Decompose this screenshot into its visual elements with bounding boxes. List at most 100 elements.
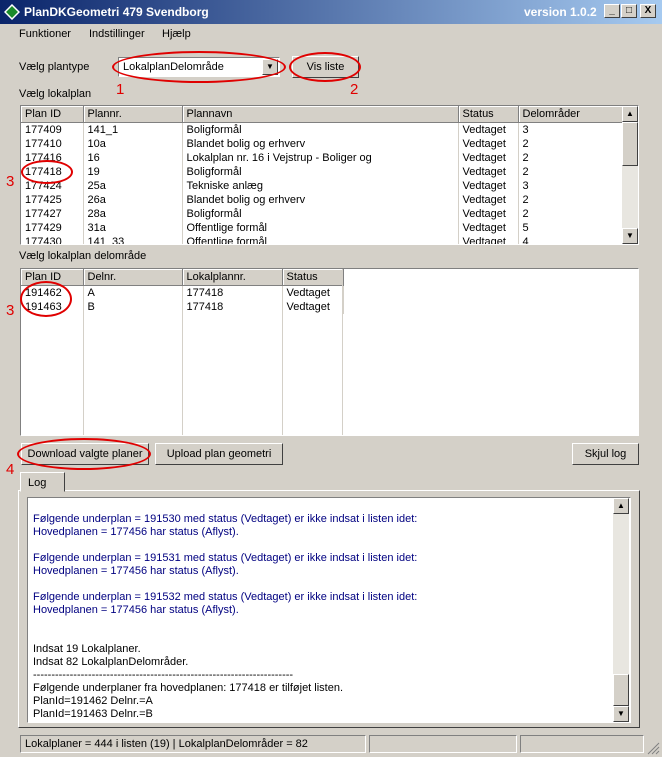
status-bar: Lokalplaner = 444 i listen (19) | Lokalp… [0,733,662,757]
scroll-down-icon[interactable]: ▼ [613,706,629,722]
app-icon [4,4,20,20]
cell-delomraader: 2 [518,164,624,179]
version-label: version 1.0.2 [524,5,597,19]
menu-indstillinger[interactable]: Indstillinger [89,28,145,40]
status-pane-3 [520,735,644,753]
vis-liste-button[interactable]: Vis liste [292,56,359,78]
chevron-down-icon[interactable]: ▼ [262,59,278,75]
window-title: PlanDKGeometri 479 Svendborg [24,5,209,19]
cell-plannr: 31a [83,220,183,235]
cell-status: Vedtaget [458,220,519,235]
annotation-number-3a: 3 [6,173,15,190]
maximize-button[interactable]: □ [621,4,637,18]
table-row[interactable]: 177410 10a Blandet bolig og erhverv Vedtage… [21,136,624,151]
status-pane-2 [369,735,517,753]
log-line: ----------------------------------------… [33,669,294,681]
table-row[interactable]: 177427 28a Boligformål Vedtaget 2 [21,206,624,221]
lokalplan-table[interactable]: Plan ID Plannr. Plannavn Status Delområd… [20,105,639,245]
cell-plannavn: Offentlige formål [182,234,459,244]
cell-plannr: 26a [83,192,183,207]
scroll-up-icon[interactable]: ▲ [613,498,629,514]
cell-delomraader: 2 [518,206,624,221]
cell-status: Vedtaget [458,150,519,165]
log-line: Følgende underplan = 191531 med status (… [33,552,418,564]
cell-plan-id: 177430 [21,234,84,244]
cell-status: Vedtaget [458,164,519,179]
cell-plan-id: 177425 [21,192,84,207]
menu-hjaelp[interactable]: Hjælp [162,28,191,40]
annotation-number-2: 2 [350,81,359,98]
cell-plan-id: 177409 [21,122,84,137]
log-lines: Følgende underplan = 191530 med status (… [33,500,613,721]
cell-plan-id: 177429 [21,220,84,235]
cell-delomraader: 2 [518,136,624,151]
scroll-thumb[interactable] [613,674,629,706]
close-button[interactable]: X [640,4,656,18]
upload-button[interactable]: Upload plan geometri [155,443,283,465]
log-line: Følgende underplaner fra hovedplanen: 17… [33,682,344,694]
cell-plannavn: Offentlige formål [182,220,459,235]
plantype-select[interactable]: LokalplanDelområde ▼ [118,57,280,77]
column-header-delomraader[interactable]: Delområder [518,106,624,123]
cell-status: Vedtaget [458,206,519,221]
lokalplan-scrollbar[interactable]: ▲ ▼ [622,106,638,244]
column-header-plannavn[interactable]: Plannavn [182,106,459,123]
cell-plannavn: Blandet bolig og erhverv [182,136,459,151]
menu-funktioner[interactable]: Funktioner [19,28,71,40]
table-row[interactable]: 177424 25a Tekniske anlæg Vedtaget 3 [21,178,624,193]
cell-plannavn: Lokalplan nr. 16 i Vejstrup - Boliger og [182,150,459,165]
log-textbox[interactable]: Følgende underplan = 191530 med status (… [27,497,631,723]
download-button[interactable]: Download valgte planer [21,443,149,465]
cell-plannr: 28a [83,206,183,221]
table-row[interactable]: 177430 141_33 Offentlige formål Vedtaget 4 [21,234,624,244]
tab-log[interactable]: Log [20,472,65,492]
cell-delomraader: 3 [518,122,624,137]
log-scrollbar[interactable]: ▲ ▼ [613,498,629,722]
vis-liste-label: Vis liste [306,61,345,73]
log-line: Indsat 82 LokalplanDelområder. [33,656,189,668]
table-row[interactable]: 177416 16 Lokalplan nr. 16 i Vejstrup - Bo… [21,150,624,165]
cell-plan-id: 177416 [21,150,84,165]
cell-plannr: 141_1 [83,122,183,137]
scroll-up-icon[interactable]: ▲ [622,106,638,122]
status-text: Lokalplaner = 444 i listen (19) | Lokalp… [25,738,308,750]
table-row[interactable]: 177425 26a Blandet bolig og erhverv Vedtage… [21,192,624,207]
cell-plannr: 141_33 [83,234,183,244]
table-row[interactable]: 177418 19 Boligformål Vedtaget 2 [21,164,624,179]
column-header-plannr[interactable]: Plannr. [83,106,183,123]
cell-plan-id: 177424 [21,178,84,193]
lokalplan-label: Vælg lokalplan [19,88,92,100]
cell-plan-id: 177410 [21,136,84,151]
column-header-plan-id[interactable]: Plan ID [21,106,84,123]
upload-button-label: Upload plan geometri [166,448,272,460]
minimize-button[interactable]: _ [604,4,620,18]
cell-delomraader: 2 [518,192,624,207]
cell-plan-id: 177427 [21,206,84,221]
cell-delomraader: 2 [518,150,624,165]
cell-delomraader: 5 [518,220,624,235]
log-line: Følgende underplan = 191532 med status (… [33,591,418,603]
table-row[interactable]: 177429 31a Offentlige formål Vedtaget 5 [21,220,624,235]
cell-status: Vedtaget [458,234,519,244]
table-header-row: Plan ID Plannr. Plannavn Status Delområd… [21,106,624,123]
cell-status: Vedtaget [458,136,519,151]
title-bar: PlanDKGeometri 479 Svendborg version 1.0… [0,0,662,24]
column-header-status[interactable]: Status [458,106,519,123]
cell-plannr: 16 [83,150,183,165]
menu-bar: Funktioner Indstillinger Hjælp [0,24,662,44]
plantype-label: Vælg plantype [19,61,90,73]
cell-plannavn: Boligformål [182,206,459,221]
scroll-down-icon[interactable]: ▼ [622,228,638,244]
delomraade-table[interactable]: Plan ID Delnr. Lokalplannr. Status 19146… [20,268,639,436]
hide-log-button-label: Skjul log [584,448,627,460]
cell-plannavn: Blandet bolig og erhverv [182,192,459,207]
cell-delomraader: 4 [518,234,624,244]
log-line: Hovedplanen = 177456 har status (Aflyst)… [33,565,239,577]
table-row[interactable]: 177409 141_1 Boligformål Vedtaget 3 [21,122,624,137]
scroll-thumb[interactable] [622,122,638,166]
hide-log-button[interactable]: Skjul log [572,443,639,465]
cell-status: Vedtaget [458,192,519,207]
resize-grip-icon[interactable] [646,741,660,755]
